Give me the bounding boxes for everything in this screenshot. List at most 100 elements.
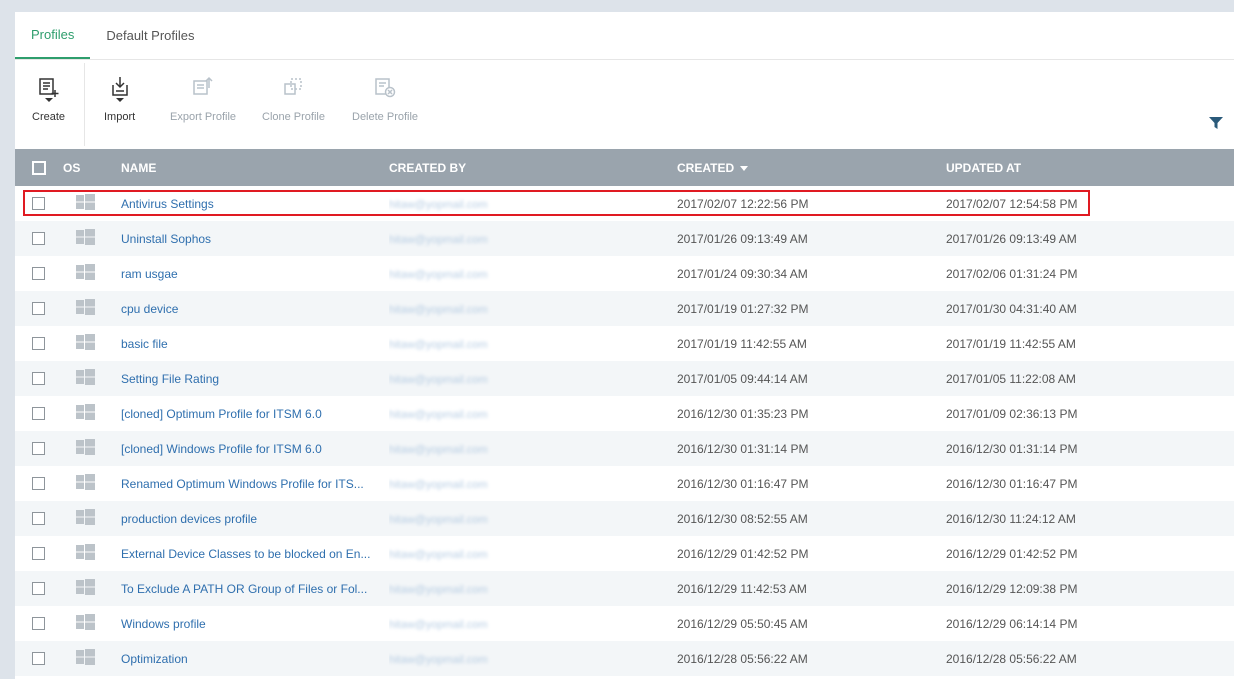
table-row[interactable]: Uninstall Sophos hitaw@yopmail.com 2017/01…	[15, 221, 1234, 256]
row-checkbox[interactable]	[32, 652, 45, 665]
table-row[interactable]: Renamed Optimum Windows Profile for ITS.…	[15, 466, 1234, 501]
created-date: 2016/12/30 08:52:55 AM	[677, 511, 808, 526]
created-date: 2016/12/30 01:31:14 PM	[677, 441, 809, 456]
create-label: Create	[32, 111, 66, 123]
table-row[interactable]: cpu device hitaw@yopmail.com 2017/01/19 01…	[15, 291, 1234, 326]
row-checkbox[interactable]	[32, 407, 45, 420]
clone-profile-button[interactable]: Clone Profile	[262, 60, 325, 149]
export-profile-label: Export Profile	[170, 111, 237, 123]
windows-icon	[76, 404, 121, 423]
row-checkbox[interactable]	[32, 197, 45, 210]
table-row[interactable]: [cloned] Windows Profile for ITSM 6.0 hit…	[15, 431, 1234, 466]
tab-default-profiles[interactable]: Default Profiles	[90, 12, 210, 59]
row-checkbox[interactable]	[32, 547, 45, 560]
created-date: 2016/12/30 01:16:47 PM	[677, 476, 809, 491]
updated-date: 2016/12/29 01:42:52 PM	[946, 546, 1078, 561]
windows-icon	[76, 544, 121, 563]
column-os[interactable]: OS	[63, 149, 121, 186]
select-all-checkbox[interactable]	[32, 160, 46, 175]
profile-name-link[interactable]: Windows profile	[121, 617, 206, 631]
create-dropdown-caret-icon	[44, 98, 53, 102]
table-row[interactable]: Antivirus Settings hitaw@yopmail.com 2017/…	[15, 186, 1234, 221]
profiles-panel: Profiles Default Profiles Create Import …	[15, 12, 1234, 679]
column-updated-at[interactable]: UPDATED AT	[946, 149, 1234, 186]
profile-name-link[interactable]: ram usgae	[121, 267, 178, 281]
created-date: 2016/12/29 11:42:53 AM	[677, 581, 807, 596]
windows-icon	[76, 369, 121, 388]
table-row[interactable]: Setting File Rating hitaw@yopmail.com 2017…	[15, 361, 1234, 396]
toolbar: Create Import Export Profile Clone Profi…	[15, 60, 1234, 149]
table-row[interactable]: External Device Classes to be blocked on…	[15, 536, 1234, 571]
column-name[interactable]: NAME	[121, 149, 389, 186]
created-date: 2016/12/29 01:42:52 PM	[677, 546, 809, 561]
windows-icon	[76, 649, 121, 668]
table-row[interactable]: Windows profile hitaw@yopmail.com 2016/12/…	[15, 606, 1234, 641]
row-checkbox[interactable]	[32, 267, 45, 280]
create-profile-icon	[38, 76, 60, 98]
row-checkbox[interactable]	[32, 512, 45, 525]
created-by-email: hitaw@yopmail.com	[389, 653, 488, 666]
updated-date: 2016/12/29 12:09:38 PM	[946, 581, 1078, 596]
toolbar-divider	[84, 63, 85, 146]
table-row[interactable]: Optimization hitaw@yopmail.com 2016/12/28 …	[15, 641, 1234, 676]
created-date: 2016/12/30 01:35:23 PM	[677, 406, 809, 421]
profile-name-link[interactable]: Antivirus Settings	[121, 197, 214, 211]
created-by-email: hitaw@yopmail.com	[389, 513, 488, 526]
column-created[interactable]: CREATED	[677, 149, 946, 186]
export-profile-button[interactable]: Export Profile	[170, 60, 236, 149]
created-by-email: hitaw@yopmail.com	[389, 268, 488, 281]
row-checkbox[interactable]	[32, 232, 45, 245]
delete-profile-button[interactable]: Delete Profile	[352, 60, 418, 149]
updated-date: 2016/12/28 05:56:22 AM	[946, 651, 1077, 666]
profile-name-link[interactable]: To Exclude A PATH OR Group of Files or F…	[121, 582, 367, 596]
table-row[interactable]: production devices profile hitaw@yopmail.…	[15, 501, 1234, 536]
windows-icon	[76, 509, 121, 528]
row-checkbox[interactable]	[32, 302, 45, 315]
profile-name-link[interactable]: Optimization	[121, 652, 188, 666]
clone-profile-label: Clone Profile	[262, 111, 325, 123]
row-checkbox[interactable]	[32, 442, 45, 455]
windows-icon	[76, 194, 121, 213]
windows-icon	[76, 614, 121, 633]
profile-name-link[interactable]: [cloned] Optimum Profile for ITSM 6.0	[121, 407, 322, 421]
created-by-email: hitaw@yopmail.com	[389, 443, 488, 456]
table-row[interactable]: basic file hitaw@yopmail.com 2017/01/19 11…	[15, 326, 1234, 361]
updated-date: 2017/02/06 01:31:24 PM	[946, 266, 1078, 281]
created-by-email: hitaw@yopmail.com	[389, 618, 488, 631]
column-created-label: CREATED	[677, 160, 735, 175]
import-icon	[109, 76, 131, 98]
row-checkbox[interactable]	[32, 582, 45, 595]
filter-icon[interactable]	[1208, 115, 1224, 131]
table-row[interactable]: ram usgae hitaw@yopmail.com 2017/01/24 09:…	[15, 256, 1234, 291]
import-dropdown-caret-icon	[115, 98, 124, 102]
clone-profile-icon	[282, 76, 304, 98]
create-button[interactable]: Create	[32, 60, 65, 149]
table-header: OS NAME CREATED BY CREATED UPDATED AT	[15, 149, 1234, 186]
windows-icon	[76, 229, 121, 248]
updated-date: 2017/01/05 11:22:08 AM	[946, 371, 1076, 386]
created-by-email: hitaw@yopmail.com	[389, 338, 488, 351]
created-date: 2017/01/26 09:13:49 AM	[677, 231, 808, 246]
row-checkbox[interactable]	[32, 617, 45, 630]
profile-name-link[interactable]: basic file	[121, 337, 168, 351]
updated-date: 2016/12/29 06:14:14 PM	[946, 616, 1078, 631]
created-by-email: hitaw@yopmail.com	[389, 233, 488, 246]
profile-name-link[interactable]: External Device Classes to be blocked on…	[121, 547, 370, 561]
tab-profiles[interactable]: Profiles	[15, 12, 91, 59]
profile-name-link[interactable]: [cloned] Windows Profile for ITSM 6.0	[121, 442, 322, 456]
import-button[interactable]: Import	[104, 60, 135, 149]
profile-name-link[interactable]: Setting File Rating	[121, 372, 219, 386]
profile-name-link[interactable]: cpu device	[121, 302, 178, 316]
profile-name-link[interactable]: Uninstall Sophos	[121, 232, 211, 246]
windows-icon	[76, 299, 121, 318]
row-checkbox[interactable]	[32, 372, 45, 385]
row-checkbox[interactable]	[32, 477, 45, 490]
profile-name-link[interactable]: Renamed Optimum Windows Profile for ITS.…	[121, 477, 364, 491]
profile-name-link[interactable]: production devices profile	[121, 512, 257, 526]
table-row[interactable]: [cloned] Optimum Profile for ITSM 6.0 hit…	[15, 396, 1234, 431]
table-row[interactable]: To Exclude A PATH OR Group of Files or F…	[15, 571, 1234, 606]
row-checkbox[interactable]	[32, 337, 45, 350]
column-created-by[interactable]: CREATED BY	[389, 149, 677, 186]
tab-bar: Profiles Default Profiles	[15, 12, 1234, 60]
created-date: 2016/12/29 05:50:45 AM	[677, 616, 808, 631]
